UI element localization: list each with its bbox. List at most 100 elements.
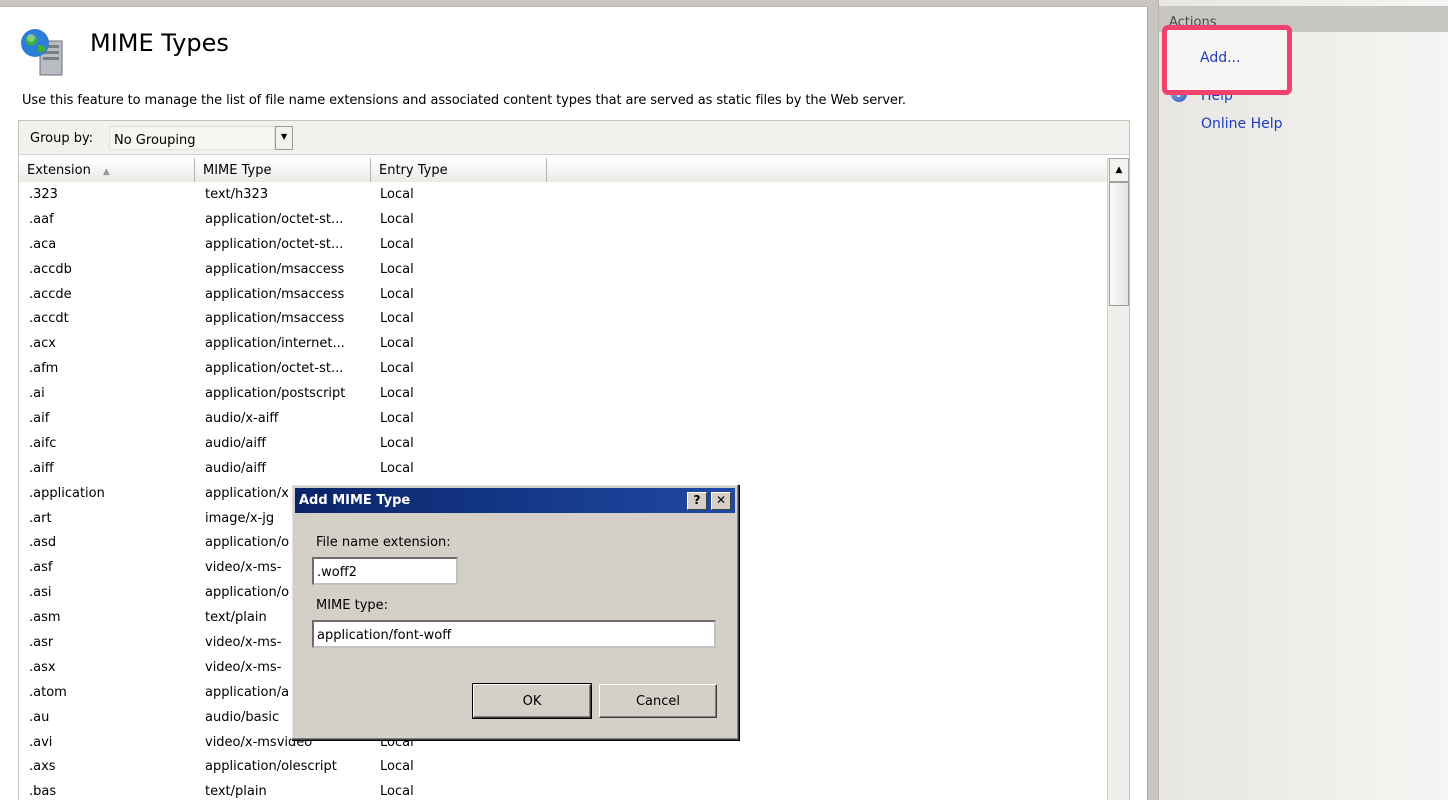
cell-mime-type: video/x-ms- xyxy=(205,659,282,675)
table-row[interactable]: .acx application/internet... Local xyxy=(19,331,1107,356)
table-row[interactable]: .aca application/octet-st... Local xyxy=(19,232,1107,257)
table-row[interactable]: .aif audio/x-aiff Local xyxy=(19,406,1107,431)
add-mime-type-dialog: Add MIME Type ? ✕ File name extension: .… xyxy=(291,484,739,740)
cell-entry-type: Local xyxy=(380,336,414,352)
dialog-title-bar[interactable]: Add MIME Type ? ✕ xyxy=(295,488,735,513)
cell-mime-type: application/a xyxy=(205,684,290,700)
cell-extension: .avi xyxy=(29,734,53,750)
mime-types-globe-icon xyxy=(21,29,63,76)
cell-mime-type: video/x-ms- xyxy=(205,635,282,651)
column-header-entry-type[interactable]: Entry Type xyxy=(371,158,547,182)
cell-mime-type: application/octet-st... xyxy=(205,361,344,377)
cell-extension: .aiff xyxy=(29,460,54,476)
table-row[interactable]: .afm application/octet-st... Local xyxy=(19,356,1107,381)
table-row[interactable]: .aaf application/octet-st... Local xyxy=(19,207,1107,232)
cell-extension: .accde xyxy=(29,286,72,302)
dialog-title: Add MIME Type xyxy=(299,493,411,508)
dialog-help-button[interactable]: ? xyxy=(687,492,707,510)
cell-extension: .asm xyxy=(29,610,61,626)
ok-button[interactable]: OK xyxy=(472,683,592,719)
cell-mime-type: application/o xyxy=(205,535,290,551)
cell-entry-type: Local xyxy=(380,236,414,252)
column-header-extension[interactable]: Extension ▲ xyxy=(19,158,195,182)
cell-mime-type: application/octet-st... xyxy=(205,211,344,227)
file-extension-input[interactable]: .woff2 xyxy=(312,557,458,585)
online-help-link[interactable]: Online Help xyxy=(1201,116,1283,132)
column-header-mime-type[interactable]: MIME Type xyxy=(195,158,371,182)
file-extension-label: File name extension: xyxy=(316,535,451,550)
dialog-close-icon[interactable]: ✕ xyxy=(711,492,731,510)
table-row[interactable]: .aiff audio/aiff Local xyxy=(19,456,1107,481)
cell-entry-type: Local xyxy=(380,211,414,227)
cell-entry-type: Local xyxy=(380,460,414,476)
cell-extension: .aifc xyxy=(29,435,57,451)
cell-extension: .asf xyxy=(29,560,53,576)
cell-mime-type: application/msaccess xyxy=(205,311,345,327)
table-row[interactable]: .323 text/h323 Local xyxy=(19,182,1107,207)
group-by-select[interactable]: No Grouping xyxy=(109,126,275,150)
cell-entry-type: Local xyxy=(380,261,414,277)
cell-extension: .323 xyxy=(29,187,58,202)
cell-mime-type: application/o xyxy=(205,585,290,601)
cell-mime-type: text/plain xyxy=(205,784,267,800)
cell-extension: .aaf xyxy=(29,211,54,227)
cell-extension: .au xyxy=(29,709,50,725)
group-by-dropdown-button[interactable]: ▼ xyxy=(275,126,293,150)
cell-extension: .afm xyxy=(29,361,59,377)
mime-type-label: MIME type: xyxy=(316,598,389,613)
cell-entry-type: Local xyxy=(380,411,414,427)
scroll-up-arrow-icon[interactable]: ▲ xyxy=(1109,158,1129,182)
group-by-label: Group by: xyxy=(30,131,94,146)
table-row[interactable]: .bas text/plain Local xyxy=(19,779,1107,800)
cell-entry-type: Local xyxy=(380,187,414,202)
cell-mime-type: application/olescript xyxy=(205,759,337,775)
cell-extension: .accdb xyxy=(29,261,72,277)
cell-mime-type: application/msaccess xyxy=(205,261,345,277)
table-row[interactable]: .aifc audio/aiff Local xyxy=(19,431,1107,456)
cell-extension: .accdt xyxy=(29,311,69,327)
table-row[interactable]: .accde application/msaccess Local xyxy=(19,282,1107,307)
cell-mime-type: application/octet-st... xyxy=(205,236,344,252)
cell-entry-type: Local xyxy=(380,286,414,302)
group-by-bar: Group by: No Grouping ▼ xyxy=(19,121,1129,155)
column-header: Extension ▲ MIME Type Entry Type xyxy=(19,158,1107,182)
scrollbar-thumb[interactable] xyxy=(1109,182,1129,306)
cell-mime-type: image/x-jg xyxy=(205,510,275,526)
cell-mime-type: application/x xyxy=(205,485,289,501)
cell-extension: .aca xyxy=(29,236,57,252)
table-row[interactable]: .ai application/postscript Local xyxy=(19,381,1107,406)
cell-entry-type: Local xyxy=(380,386,414,402)
cell-mime-type: application/internet... xyxy=(205,336,345,352)
vertical-scrollbar[interactable]: ▲ xyxy=(1107,158,1129,800)
cell-extension: .bas xyxy=(29,784,57,800)
mime-type-input[interactable]: application/font-woff xyxy=(312,620,716,648)
cell-extension: .ai xyxy=(29,386,45,402)
cell-extension: .asd xyxy=(29,535,57,551)
cell-mime-type: audio/aiff xyxy=(205,435,266,451)
cell-entry-type: Local xyxy=(380,759,414,775)
cell-entry-type: Local xyxy=(380,784,414,800)
iis-manager-window: MIME Types Use this feature to manage th… xyxy=(0,0,1448,800)
cell-mime-type: text/plain xyxy=(205,610,267,626)
cell-extension: .asi xyxy=(29,585,52,601)
page-title: MIME Types xyxy=(90,29,229,57)
sort-ascending-icon: ▲ xyxy=(102,167,110,177)
table-row[interactable]: .axs application/olescript Local xyxy=(19,754,1107,779)
cancel-button[interactable]: Cancel xyxy=(599,684,717,718)
highlight-annotation-box xyxy=(1162,25,1292,95)
cell-mime-type: video/x-ms- xyxy=(205,560,282,576)
cell-mime-type: audio/x-aiff xyxy=(205,411,279,427)
chevron-down-icon: ▼ xyxy=(281,132,288,141)
cell-extension: .acx xyxy=(29,336,56,352)
page-description: Use this feature to manage the list of f… xyxy=(22,93,906,108)
cell-mime-type: application/msaccess xyxy=(205,286,345,302)
cell-mime-type: audio/basic xyxy=(205,709,280,725)
table-row[interactable]: .accdb application/msaccess Local xyxy=(19,257,1107,282)
cell-mime-type: audio/aiff xyxy=(205,460,266,476)
table-row[interactable]: .accdt application/msaccess Local xyxy=(19,306,1107,331)
cell-entry-type: Local xyxy=(380,361,414,377)
cell-extension: .art xyxy=(29,510,52,526)
cell-mime-type: application/postscript xyxy=(205,386,346,402)
cell-entry-type: Local xyxy=(380,435,414,451)
cell-extension: .application xyxy=(29,485,105,501)
